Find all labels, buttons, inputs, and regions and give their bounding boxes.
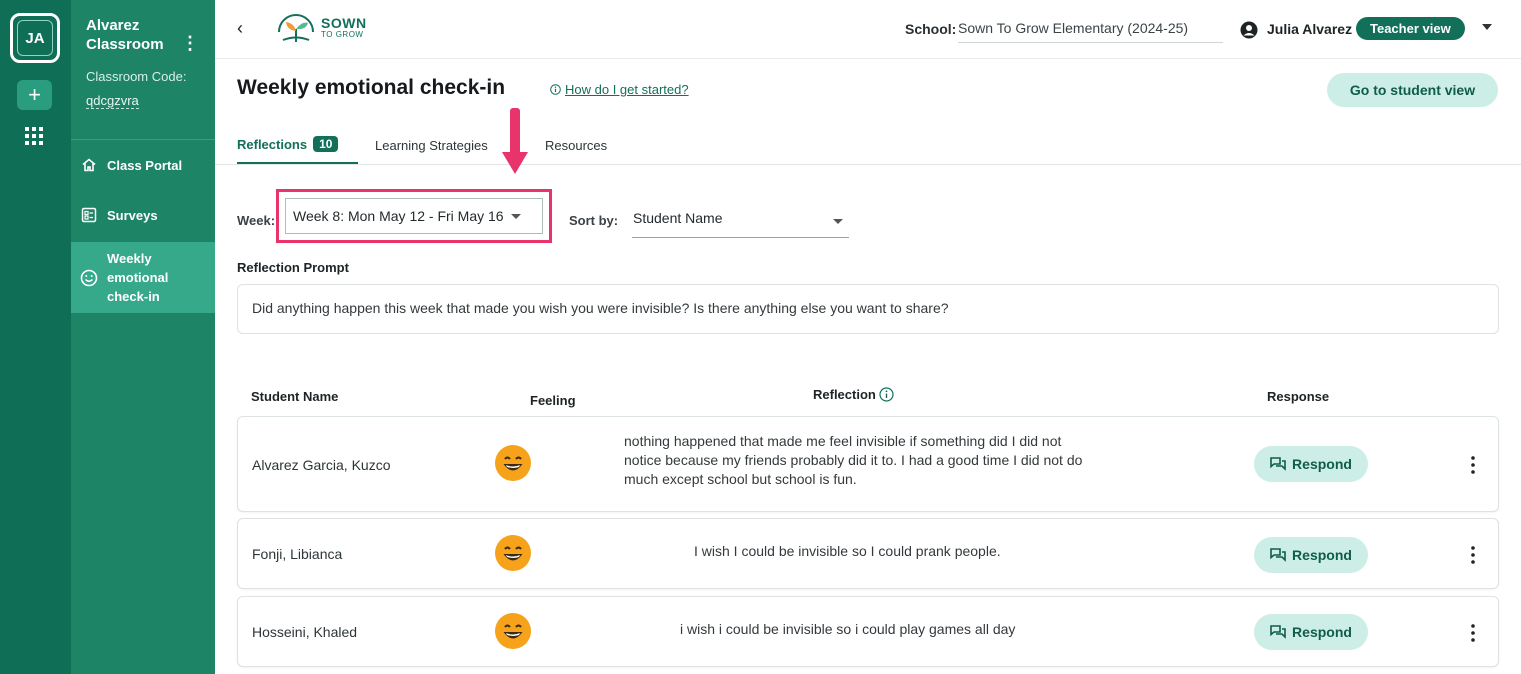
app-rail: JA + (0, 0, 71, 674)
respond-label: Respond (1292, 624, 1352, 640)
sidebar-item-label: Weekly emotional check-in (107, 251, 169, 304)
back-chevron-icon[interactable]: ‹ (237, 18, 243, 39)
logo-text-main: SOWN (321, 15, 367, 31)
help-link-text: How do I get started? (565, 82, 689, 97)
week-label: Week: (237, 213, 276, 228)
add-classroom-button[interactable]: + (17, 80, 52, 110)
chat-bubbles-icon (1270, 625, 1286, 639)
sidebar-item-weekly-checkin[interactable]: Weekly emotional check-in (71, 242, 215, 313)
table-row: Fonji, Libianca I wish I could be invisi… (237, 518, 1499, 589)
survey-icon (71, 207, 107, 223)
chevron-down-icon (833, 219, 843, 224)
tab-reflections[interactable]: Reflections 10 (237, 126, 359, 164)
chat-bubbles-icon (1270, 548, 1286, 562)
info-icon (550, 84, 561, 95)
sidebar-divider (71, 139, 215, 140)
sort-select[interactable]: Student Name (632, 210, 849, 238)
table-row: Alvarez Garcia, Kuzco nothing happened t… (237, 416, 1499, 512)
tab-bar: Reflections 10 Learning Strategies Resou… (215, 126, 1521, 165)
sidebar-item-label: Class Portal (107, 157, 183, 173)
chevron-down-icon (510, 213, 521, 219)
more-options-icon[interactable] (1468, 455, 1478, 475)
logo-plant-icon (278, 14, 314, 42)
week-select[interactable]: Week 8: Mon May 12 - Fri May 16 (285, 198, 543, 234)
student-name: Alvarez Garcia, Kuzco (252, 457, 391, 473)
student-name: Hosseini, Khaled (252, 624, 358, 640)
tab-label: Resources (545, 137, 608, 153)
column-header-student-name[interactable]: Student Name (251, 389, 338, 404)
teacher-view-badge[interactable]: Teacher view (1356, 17, 1465, 40)
week-highlight-box: Week 8: Mon May 12 - Fri May 16 (276, 189, 552, 243)
page-title: Weekly emotional check-in (237, 76, 506, 99)
tab-label: Reflections (237, 136, 308, 152)
classroom-sidebar: Alvarez Classroom ⋮ Classroom Code: qdcg… (71, 0, 215, 674)
info-icon[interactable] (879, 387, 894, 402)
grinning-face-icon (495, 445, 531, 481)
classroom-avatar[interactable]: JA (10, 13, 60, 63)
more-options-icon[interactable] (1468, 623, 1478, 643)
reflection-text: nothing happened that made me feel invis… (624, 433, 1083, 487)
reflections-count-badge: 10 (313, 136, 339, 152)
go-to-student-view-button[interactable]: Go to student view (1327, 73, 1498, 107)
respond-label: Respond (1292, 547, 1352, 563)
reflection-prompt-label: Reflection Prompt (237, 260, 349, 275)
sort-select-value: Student Name (633, 210, 723, 226)
respond-button[interactable]: Respond (1254, 614, 1368, 650)
plus-icon: + (28, 82, 41, 107)
avatar-initials: JA (17, 20, 53, 56)
sown-to-grow-logo[interactable]: SOWN TO GROW (275, 12, 367, 46)
user-menu-caret-icon[interactable] (1482, 24, 1492, 30)
week-select-value: Week 8: Mon May 12 - Fri May 16 (293, 208, 504, 224)
more-options-icon[interactable] (1468, 545, 1478, 565)
classroom-code-label: Classroom Code: (86, 69, 187, 84)
help-link[interactable]: How do I get started? (550, 82, 689, 97)
column-header-feeling: Feeling (530, 393, 576, 408)
school-select[interactable]: Sown To Grow Elementary (2024-25) (958, 20, 1223, 43)
tab-learning-strategies[interactable]: Learning Strategies (375, 126, 488, 164)
reflection-header-label: Reflection (813, 387, 876, 402)
reflection-text: i wish i could be invisible so i could p… (680, 621, 1016, 637)
home-icon (71, 157, 107, 173)
tab-resources[interactable]: Resources (545, 126, 607, 164)
table-row: Hosseini, Khaled i wish i could be invis… (237, 596, 1499, 667)
classroom-menu-icon[interactable]: ⋮ (181, 33, 199, 54)
respond-label: Respond (1292, 456, 1352, 472)
grinning-face-icon (495, 613, 531, 649)
respond-button[interactable]: Respond (1254, 537, 1368, 573)
reflection-prompt-text: Did anything happen this week that made … (237, 284, 1499, 334)
chat-bubbles-icon (1270, 457, 1286, 471)
classroom-code[interactable]: qdcgzvra (86, 93, 139, 109)
user-name[interactable]: Julia Alvarez (1267, 21, 1352, 37)
school-label: School: (905, 21, 957, 37)
classroom-name: Alvarez Classroom (86, 17, 164, 53)
tab-label: Learning Strategies (375, 137, 488, 153)
highlight-arrow-shaft (510, 108, 520, 156)
account-circle-icon (1240, 21, 1258, 39)
column-header-response: Response (1267, 389, 1330, 404)
smiley-icon (71, 269, 107, 287)
column-header-reflection: Reflection (813, 387, 894, 402)
apps-grid-icon[interactable] (24, 126, 44, 146)
highlight-arrow-icon (502, 152, 528, 174)
grinning-face-icon (495, 535, 531, 571)
respond-button[interactable]: Respond (1254, 446, 1368, 482)
reflection-text: I wish I could be invisible so I could p… (694, 543, 1001, 559)
sort-label: Sort by: (569, 213, 619, 228)
sidebar-item-label: Surveys (107, 207, 158, 223)
logo-text-sub: TO GROW (321, 30, 364, 39)
sidebar-item-class-portal[interactable]: Class Portal (71, 148, 215, 182)
student-name: Fonji, Libianca (252, 546, 343, 562)
sidebar-item-surveys[interactable]: Surveys (71, 198, 215, 232)
